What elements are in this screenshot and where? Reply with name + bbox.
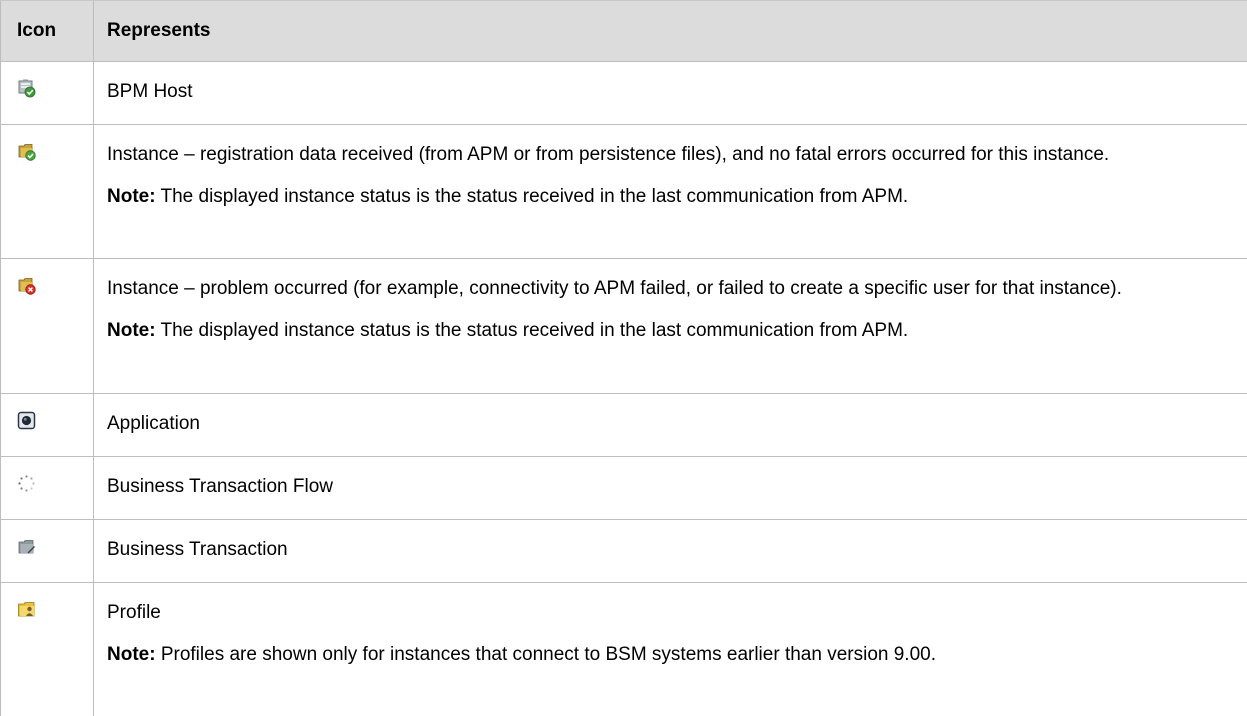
business-transaction-icon xyxy=(17,537,36,556)
table-header-row: Icon Represents xyxy=(1,1,1247,62)
bpm-host-icon xyxy=(17,79,36,98)
instance-error-icon xyxy=(17,276,36,295)
row-note: Note: Profiles are shown only for instan… xyxy=(107,641,1236,669)
row-description: BPM Host xyxy=(107,78,1236,106)
icon-legend-table: Icon Represents BPM Host xyxy=(0,0,1247,716)
table-row: Business Transaction xyxy=(1,520,1247,583)
application-icon xyxy=(17,411,36,430)
icon-cell xyxy=(1,457,94,520)
business-transaction-flow-icon xyxy=(17,474,36,493)
note-text: Profiles are shown only for instances th… xyxy=(156,644,936,665)
instance-ok-icon xyxy=(17,142,36,161)
icon-cell xyxy=(1,520,94,583)
row-description: Business Transaction xyxy=(107,536,1236,564)
icon-cell xyxy=(1,62,94,125)
row-note: Note: The displayed instance status is t… xyxy=(107,183,1236,211)
icon-column-header: Icon xyxy=(1,1,94,62)
note-text: The displayed instance status is the sta… xyxy=(156,186,909,207)
represents-column-header: Represents xyxy=(94,1,1247,62)
represents-cell: Profile Note: Profiles are shown only fo… xyxy=(94,583,1247,716)
table-row: Instance – registration data received (f… xyxy=(1,125,1247,259)
represents-cell: Business Transaction xyxy=(94,520,1247,583)
represents-cell: Instance – problem occurred (for example… xyxy=(94,259,1247,394)
table-row: Instance – problem occurred (for example… xyxy=(1,259,1247,394)
row-description: Business Transaction Flow xyxy=(107,473,1236,501)
row-description: Application xyxy=(107,410,1236,438)
icon-cell xyxy=(1,394,94,457)
table-row: BPM Host xyxy=(1,62,1247,125)
row-description: Profile xyxy=(107,599,1236,627)
note-label: Note: xyxy=(107,186,156,207)
represents-cell: Application xyxy=(94,394,1247,457)
represents-cell: Instance – registration data received (f… xyxy=(94,125,1247,259)
table-row: Business Transaction Flow xyxy=(1,457,1247,520)
icon-cell xyxy=(1,259,94,394)
represents-cell: Business Transaction Flow xyxy=(94,457,1247,520)
row-description: Instance – registration data received (f… xyxy=(107,141,1236,169)
note-label: Note: xyxy=(107,320,156,341)
table-row: Application xyxy=(1,394,1247,457)
table-row: Profile Note: Profiles are shown only fo… xyxy=(1,583,1247,716)
note-label: Note: xyxy=(107,644,156,665)
represents-cell: BPM Host xyxy=(94,62,1247,125)
icon-cell xyxy=(1,125,94,259)
note-text: The displayed instance status is the sta… xyxy=(156,320,909,341)
row-note: Note: The displayed instance status is t… xyxy=(107,317,1236,345)
profile-icon xyxy=(17,600,36,619)
icon-cell xyxy=(1,583,94,716)
row-description: Instance – problem occurred (for example… xyxy=(107,275,1236,303)
